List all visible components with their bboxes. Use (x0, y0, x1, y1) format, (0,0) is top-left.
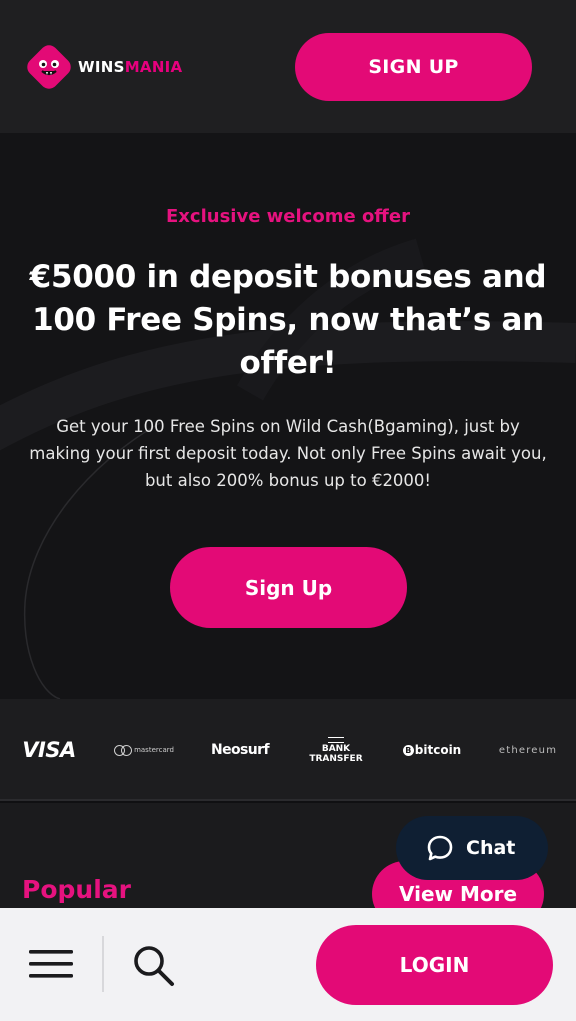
winsmania-logo[interactable]: WINSMANIA (22, 40, 182, 94)
hero-title: €5000 in deposit bonuses and 100 Free Sp… (29, 259, 547, 381)
popular-section-title: Popular (22, 875, 131, 904)
login-button[interactable]: LOGIN (316, 925, 553, 1005)
welcome-offer-hero: Exclusive welcome offer €5000 in deposit… (0, 133, 576, 699)
bottom-navigation-bar: LOGIN (0, 908, 576, 1021)
chat-label: Chat (466, 837, 516, 859)
hero-description: Get your 100 Free Spins on Wild Cash(Bga… (29, 417, 547, 490)
bottom-bar-divider (102, 936, 104, 992)
search-icon (134, 946, 174, 986)
bitcoin-logo: B bitcoin (400, 699, 464, 801)
chat-widget-button[interactable]: Chat (396, 816, 548, 880)
logo-wins-text: WINS (78, 58, 125, 76)
hero-kicker: Exclusive welcome offer (166, 206, 410, 227)
bank-icon (328, 736, 344, 743)
bank-transfer-line2: TRANSFER (309, 753, 363, 764)
menu-button[interactable] (26, 946, 76, 982)
visa-logo: VISA (22, 738, 76, 762)
bitcoin-icon: B (402, 744, 414, 756)
mastercard-text: mastercard (134, 746, 174, 754)
payment-methods-strip: VISA mastercard Neosurf BANK TRANSFER B … (0, 699, 576, 801)
neosurf-logo: Neosurf (211, 742, 270, 758)
logo-mania-text: MANIA (124, 58, 183, 76)
mastercard-logo: mastercard (113, 699, 175, 801)
search-button[interactable] (130, 942, 178, 990)
bank-transfer-line1: BANK (321, 743, 351, 754)
hamburger-menu-icon (29, 950, 73, 978)
header-sign-up-button[interactable]: SIGN UP (295, 33, 532, 101)
ethereum-logo: ethereum (498, 744, 558, 756)
bitcoin-text: bitcoin (414, 743, 462, 757)
hero-sign-up-button[interactable]: Sign Up (170, 547, 407, 628)
logo-wordmark: WINSMANIA (78, 58, 182, 76)
site-header: WINSMANIA SIGN UP (0, 0, 576, 133)
mastercard-circles-icon (114, 744, 133, 756)
logo-mascot-icon (22, 40, 76, 94)
page: WINSMANIA SIGN UP Exclusive welcome offe… (0, 0, 576, 1021)
bank-transfer-logo: BANK TRANSFER (305, 699, 367, 801)
chat-bubble-icon (427, 835, 453, 861)
